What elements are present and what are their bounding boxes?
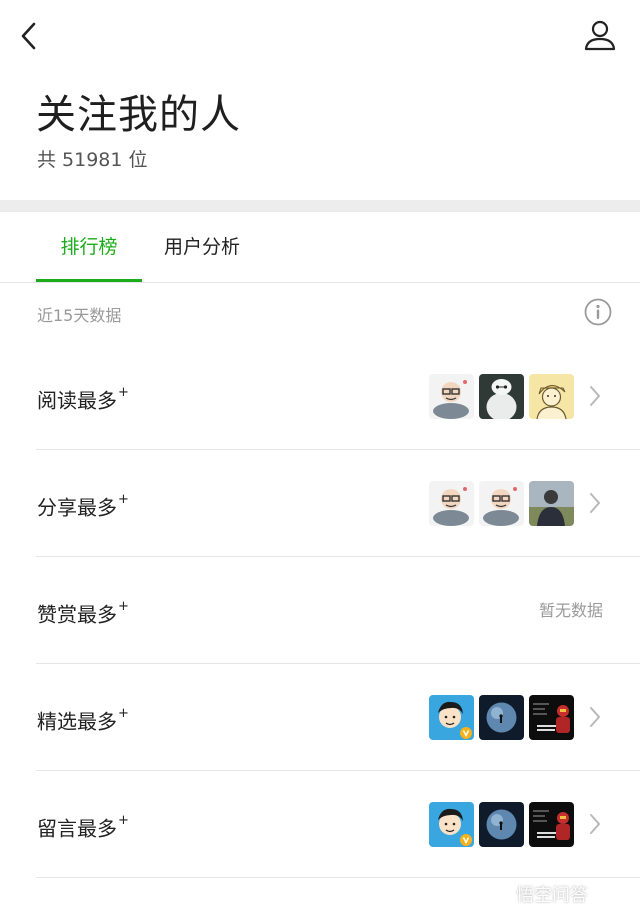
ranking-row-most-comments[interactable]: 留言最多+ — [0, 771, 640, 878]
ranking-label: 分享最多 — [37, 495, 117, 520]
watermark: 悟空问答 — [486, 880, 588, 908]
profile-button[interactable] — [582, 18, 618, 54]
ranking-label: 精选最多 — [37, 709, 117, 734]
wukong-logo-icon — [486, 882, 510, 906]
ironman-meme-avatar — [529, 802, 574, 847]
no-data-text: 暂无数据 — [538, 601, 603, 620]
ranking-label: 赞赏最多 — [37, 602, 117, 627]
avatar-group — [429, 695, 574, 740]
period-label: 近15天数据 — [37, 306, 122, 325]
info-icon — [584, 298, 612, 326]
avatar-group — [429, 374, 574, 419]
chevron-right-icon — [590, 493, 600, 513]
cartoon-sketch-avatar — [529, 374, 574, 419]
tab-user-analysis[interactable]: 用户分析 — [152, 212, 252, 282]
ranking-label: 阅读最多 — [37, 388, 117, 413]
person-photo-avatar — [529, 481, 574, 526]
ironman-meme-avatar — [529, 695, 574, 740]
back-arrow-icon — [21, 22, 36, 50]
tab-bar: 排行榜 用户分析 — [0, 212, 640, 283]
ranking-row-most-featured[interactable]: 精选最多+ — [0, 664, 640, 771]
chevron-right-icon — [590, 386, 600, 406]
chevron-right-icon — [590, 814, 600, 834]
top-bar — [0, 0, 640, 72]
back-button[interactable] — [14, 18, 48, 54]
white-robot-avatar — [479, 374, 524, 419]
bald-man-avatar — [429, 481, 474, 526]
ranking-row-most-shares[interactable]: 分享最多+ — [0, 450, 640, 557]
chevron-right-icon — [590, 707, 600, 727]
row-divider — [36, 877, 640, 878]
plus-mark: + — [118, 706, 129, 721]
follower-count: 共 51981 位 — [37, 149, 148, 171]
active-tab-indicator — [36, 279, 142, 282]
watermark-text: 悟空问答 — [516, 885, 588, 906]
tab-ranking[interactable]: 排行榜 — [36, 212, 142, 282]
ranking-row-most-rewards[interactable]: 赞赏最多+ 暂无数据 — [0, 557, 640, 664]
avatar-group — [429, 802, 574, 847]
earth-night-avatar — [479, 802, 524, 847]
earth-night-avatar — [479, 695, 524, 740]
page-title: 关注我的人 — [36, 92, 241, 138]
avatar-group — [429, 481, 574, 526]
bald-man-avatar — [429, 374, 474, 419]
ranking-row-most-reads[interactable]: 阅读最多+ — [0, 343, 640, 450]
plus-mark: + — [118, 813, 129, 828]
bald-man-avatar — [479, 481, 524, 526]
cartoon-boy-verified-avatar — [429, 802, 474, 847]
section-separator — [0, 200, 640, 212]
plus-mark: + — [118, 385, 129, 400]
user-icon — [584, 20, 616, 51]
plus-mark: + — [118, 492, 129, 507]
ranking-label: 留言最多 — [37, 816, 117, 841]
plus-mark: + — [118, 599, 129, 614]
cartoon-boy-verified-avatar — [429, 695, 474, 740]
info-button[interactable] — [584, 298, 612, 326]
